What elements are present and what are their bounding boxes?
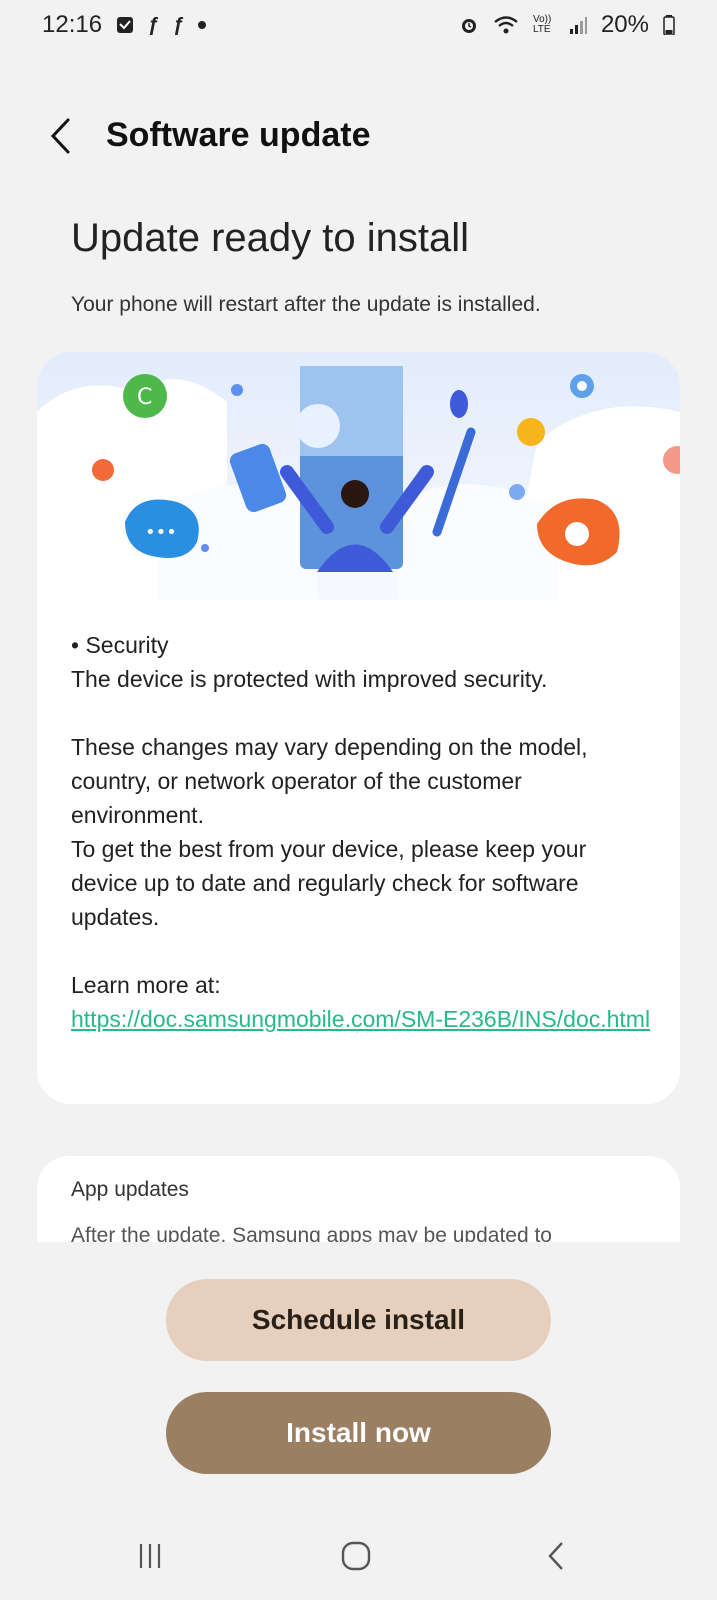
battery-percent: 20% (600, 11, 649, 38)
chevron-left-icon (50, 118, 70, 154)
app-updates-text: After the update, Samsung apps may be up… (71, 1224, 552, 1242)
security-bullet: • Security (71, 632, 169, 658)
back-button[interactable] (38, 108, 82, 164)
learn-more-link[interactable]: https://doc.samsungmobile.com/SM-E236B/I… (71, 1006, 650, 1032)
message-icon (116, 16, 134, 34)
volte-icon: Vo)) LTE (532, 14, 552, 35)
home-icon (341, 1541, 371, 1571)
keep-updated-note: To get the best from your device, please… (71, 836, 587, 930)
dot-icon (198, 21, 207, 29)
release-notes: • Security The device is protected with … (71, 628, 651, 1036)
home-button[interactable] (326, 1534, 386, 1578)
update-subline: Your phone will restart after the update… (71, 293, 541, 316)
system-nav-bar (0, 1510, 717, 1600)
alarm-icon (459, 15, 479, 35)
wifi-icon (493, 15, 519, 35)
security-description: The device is protected with improved se… (71, 666, 548, 692)
page-title: Software update (106, 116, 371, 154)
app-updates-section: App updates After the update, Samsung ap… (37, 1156, 680, 1242)
battery-icon (663, 15, 675, 35)
status-time: 12:16 (42, 11, 103, 38)
install-now-button[interactable]: Install now (166, 1392, 551, 1474)
back-icon (548, 1542, 563, 1570)
variation-note: These changes may vary depending on the … (71, 734, 588, 828)
signal-icon (569, 16, 587, 34)
schedule-install-button[interactable]: Schedule install (166, 1279, 551, 1361)
svg-text:C: C (137, 385, 152, 410)
status-bar: 12:16 ƒ ƒ Vo)) LTE 20% (0, 0, 717, 50)
learn-more-label: Learn more at: (71, 972, 221, 998)
status-left: 12:16 ƒ ƒ (42, 11, 207, 39)
status-right: Vo)) LTE 20% (459, 11, 675, 39)
app-updates-title: App updates (71, 1178, 189, 1201)
app-icon: ƒ (148, 13, 160, 36)
app-icon: ƒ (173, 13, 185, 36)
recent-apps-icon (139, 1544, 161, 1568)
update-notes-card: C ••• • Security The device is protected… (37, 352, 680, 1104)
svg-text:•••: ••• (145, 522, 177, 543)
update-headline: Update ready to install (71, 216, 470, 260)
recent-apps-button[interactable] (120, 1534, 180, 1578)
app-header: Software update (0, 80, 717, 190)
update-illustration: C ••• (37, 352, 680, 600)
nav-back-button[interactable] (526, 1534, 586, 1578)
